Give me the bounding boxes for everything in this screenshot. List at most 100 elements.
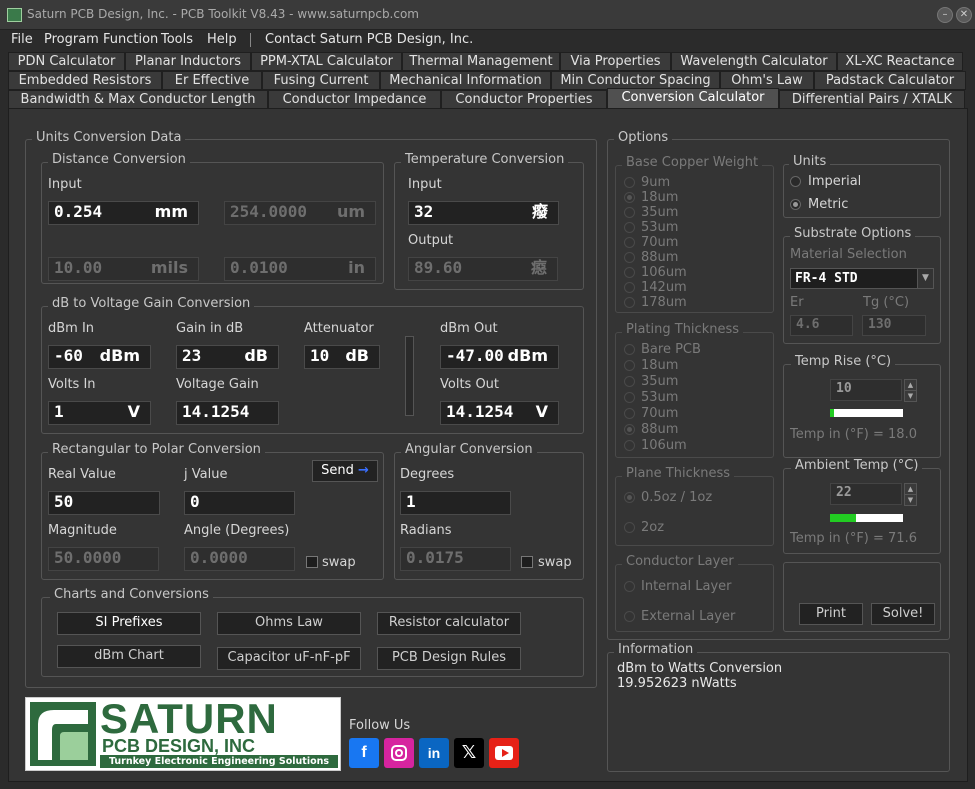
real-value: 50	[54, 492, 74, 511]
tab-differential-pairs[interactable]: Differential Pairs / XTALK	[779, 90, 965, 109]
tab-fusing-current[interactable]: Fusing Current	[262, 71, 380, 90]
tab-thermal-management[interactable]: Thermal Management	[402, 52, 560, 71]
volts-in-field[interactable]: 1V	[48, 401, 151, 425]
chevron-down-icon[interactable]: ▼	[917, 269, 933, 288]
information-line2: 19.952623 nWatts	[617, 676, 737, 691]
instagram-icon[interactable]	[384, 738, 414, 768]
temp-rise-down-icon[interactable]: ▼	[904, 390, 917, 402]
ohms-law-button[interactable]: Ohms Law	[217, 612, 361, 635]
ambient-temp-readout: Temp in (°F) = 71.6	[790, 531, 917, 546]
print-button[interactable]: Print	[799, 603, 863, 625]
distance-mils-value: 10.00	[54, 258, 103, 277]
plating-radio-35um	[624, 376, 635, 387]
ambient-temp-down-icon[interactable]: ▼	[904, 494, 917, 506]
plating-radio-88um	[624, 424, 635, 435]
saturn-logo-icon	[30, 702, 96, 766]
tab-conductor-impedance[interactable]: Conductor Impedance	[268, 90, 441, 109]
units-metric[interactable]: Metric	[808, 197, 848, 212]
solve-button[interactable]: Solve!	[871, 603, 935, 625]
er-field: 4.6	[790, 315, 853, 336]
volts-in-unit: V	[127, 402, 140, 421]
attenuator-slider[interactable]	[405, 336, 414, 416]
follow-us-label: Follow Us	[349, 718, 411, 733]
linkedin-icon[interactable]: in	[419, 738, 449, 768]
radians-label: Radians	[400, 523, 452, 538]
tab-xl-xc-reactance[interactable]: XL-XC Reactance	[837, 52, 963, 71]
dbm-chart-button[interactable]: dBm Chart	[57, 645, 201, 668]
menu-contact[interactable]: Contact Saturn PCB Design, Inc.	[265, 32, 473, 47]
radians-field: 0.0175	[400, 547, 511, 571]
base-copper-53um: 53um	[641, 220, 679, 235]
ambient-temp-input[interactable]: 22	[830, 483, 902, 505]
tab-ppm-xtal[interactable]: PPM-XTAL Calculator	[251, 52, 402, 71]
tab-wavelength-calculator[interactable]: Wavelength Calculator	[671, 52, 837, 71]
dbm-out-value: -47.00	[446, 346, 504, 365]
j-value: 0	[190, 492, 200, 511]
tab-mechanical-information[interactable]: Mechanical Information	[380, 71, 551, 90]
rect-polar-title: Rectangular to Polar Conversion	[48, 442, 265, 457]
temp-rise-input[interactable]: 10	[830, 379, 902, 401]
menu-help[interactable]: Help	[207, 32, 237, 47]
youtube-icon[interactable]	[489, 738, 519, 768]
base-copper-142um: 142um	[641, 280, 687, 295]
distance-input-field[interactable]: 0.254 mm	[48, 201, 199, 225]
material-select[interactable]: FR-4 STD ▼	[790, 268, 934, 289]
ambient-temp-value: 22	[836, 485, 852, 500]
tab-conversion-calculator[interactable]: Conversion Calculator	[607, 88, 779, 109]
angular-swap-checkbox[interactable]	[521, 556, 533, 568]
base-copper-group	[615, 165, 774, 313]
tab-padstack-calculator[interactable]: Padstack Calculator	[814, 71, 966, 90]
angle-label: Angle (Degrees)	[184, 523, 290, 538]
units-group	[783, 164, 941, 218]
arrow-right-icon: →	[357, 463, 369, 478]
base-copper-70um: 70um	[641, 235, 679, 250]
tg-label: Tg (°C)	[863, 295, 910, 310]
menu-tools[interactable]: Tools	[161, 32, 193, 47]
volts-out-field: 14.1254 V	[440, 401, 559, 425]
capacitor-button[interactable]: Capacitor uF-nF-pF	[217, 647, 361, 670]
units-imperial[interactable]: Imperial	[808, 174, 861, 189]
gain-db-field[interactable]: 23 dB	[176, 345, 279, 369]
dbm-in-field[interactable]: -60 dBm	[48, 345, 151, 369]
temperature-input-label: Input	[408, 177, 442, 192]
base-copper-title: Base Copper Weight	[622, 155, 763, 170]
tab-via-properties[interactable]: Via Properties	[560, 52, 671, 71]
tab-conductor-properties[interactable]: Conductor Properties	[441, 90, 607, 109]
temperature-input-value: 32	[414, 202, 434, 221]
facebook-icon[interactable]: f	[349, 738, 379, 768]
send-label: Send	[321, 463, 354, 478]
ambient-temp-fill	[830, 514, 856, 522]
resistor-calculator-button[interactable]: Resistor calculator	[377, 612, 521, 635]
close-button[interactable]: ✕	[956, 7, 972, 23]
distance-um-field: 254.0000 um	[224, 201, 376, 225]
plane-radio-2oz	[624, 522, 635, 533]
pcb-design-rules-button[interactable]: PCB Design Rules	[377, 647, 521, 670]
temperature-input-field[interactable]: 32 癈	[408, 201, 559, 225]
units-radio-metric[interactable]	[790, 199, 801, 210]
menu-program-function[interactable]: Program Function	[44, 32, 158, 47]
saturn-logo[interactable]: SATURN PCB DESIGN, INC Turnkey Electroni…	[25, 696, 341, 771]
volts-out-label: Volts Out	[440, 377, 500, 392]
tab-pdn-calculator[interactable]: PDN Calculator	[8, 52, 125, 71]
window-title: Saturn PCB Design, Inc. - PCB Toolkit V8…	[27, 7, 419, 21]
voltage-gain-value: 14.1254	[182, 402, 250, 421]
attenuator-field[interactable]: 10 dB	[304, 345, 380, 369]
polar-swap-checkbox[interactable]	[306, 556, 318, 568]
menu-file[interactable]: File	[11, 32, 33, 47]
tab-embedded-resistors[interactable]: Embedded Resistors	[8, 71, 162, 90]
tab-planar-inductors[interactable]: Planar Inductors	[125, 52, 251, 71]
real-value-field[interactable]: 50	[48, 491, 160, 515]
minimize-button[interactable]: –	[937, 7, 953, 23]
plane-2oz: 2oz	[641, 520, 665, 535]
send-button[interactable]: Send →	[312, 460, 378, 482]
tab-er-effective[interactable]: Er Effective	[162, 71, 262, 90]
degrees-field[interactable]: 1	[400, 491, 511, 515]
si-prefixes-button[interactable]: SI Prefixes	[57, 612, 201, 635]
logo-line2: PCB DESIGN, INC	[102, 736, 256, 756]
units-radio-imperial[interactable]	[790, 176, 801, 187]
x-icon[interactable]: 𝕏	[454, 738, 484, 768]
temperature-output-label: Output	[408, 233, 454, 248]
dbm-out-label: dBm Out	[440, 321, 498, 336]
j-value-field[interactable]: 0	[184, 491, 295, 515]
tab-bandwidth[interactable]: Bandwidth & Max Conductor Length	[8, 90, 268, 109]
